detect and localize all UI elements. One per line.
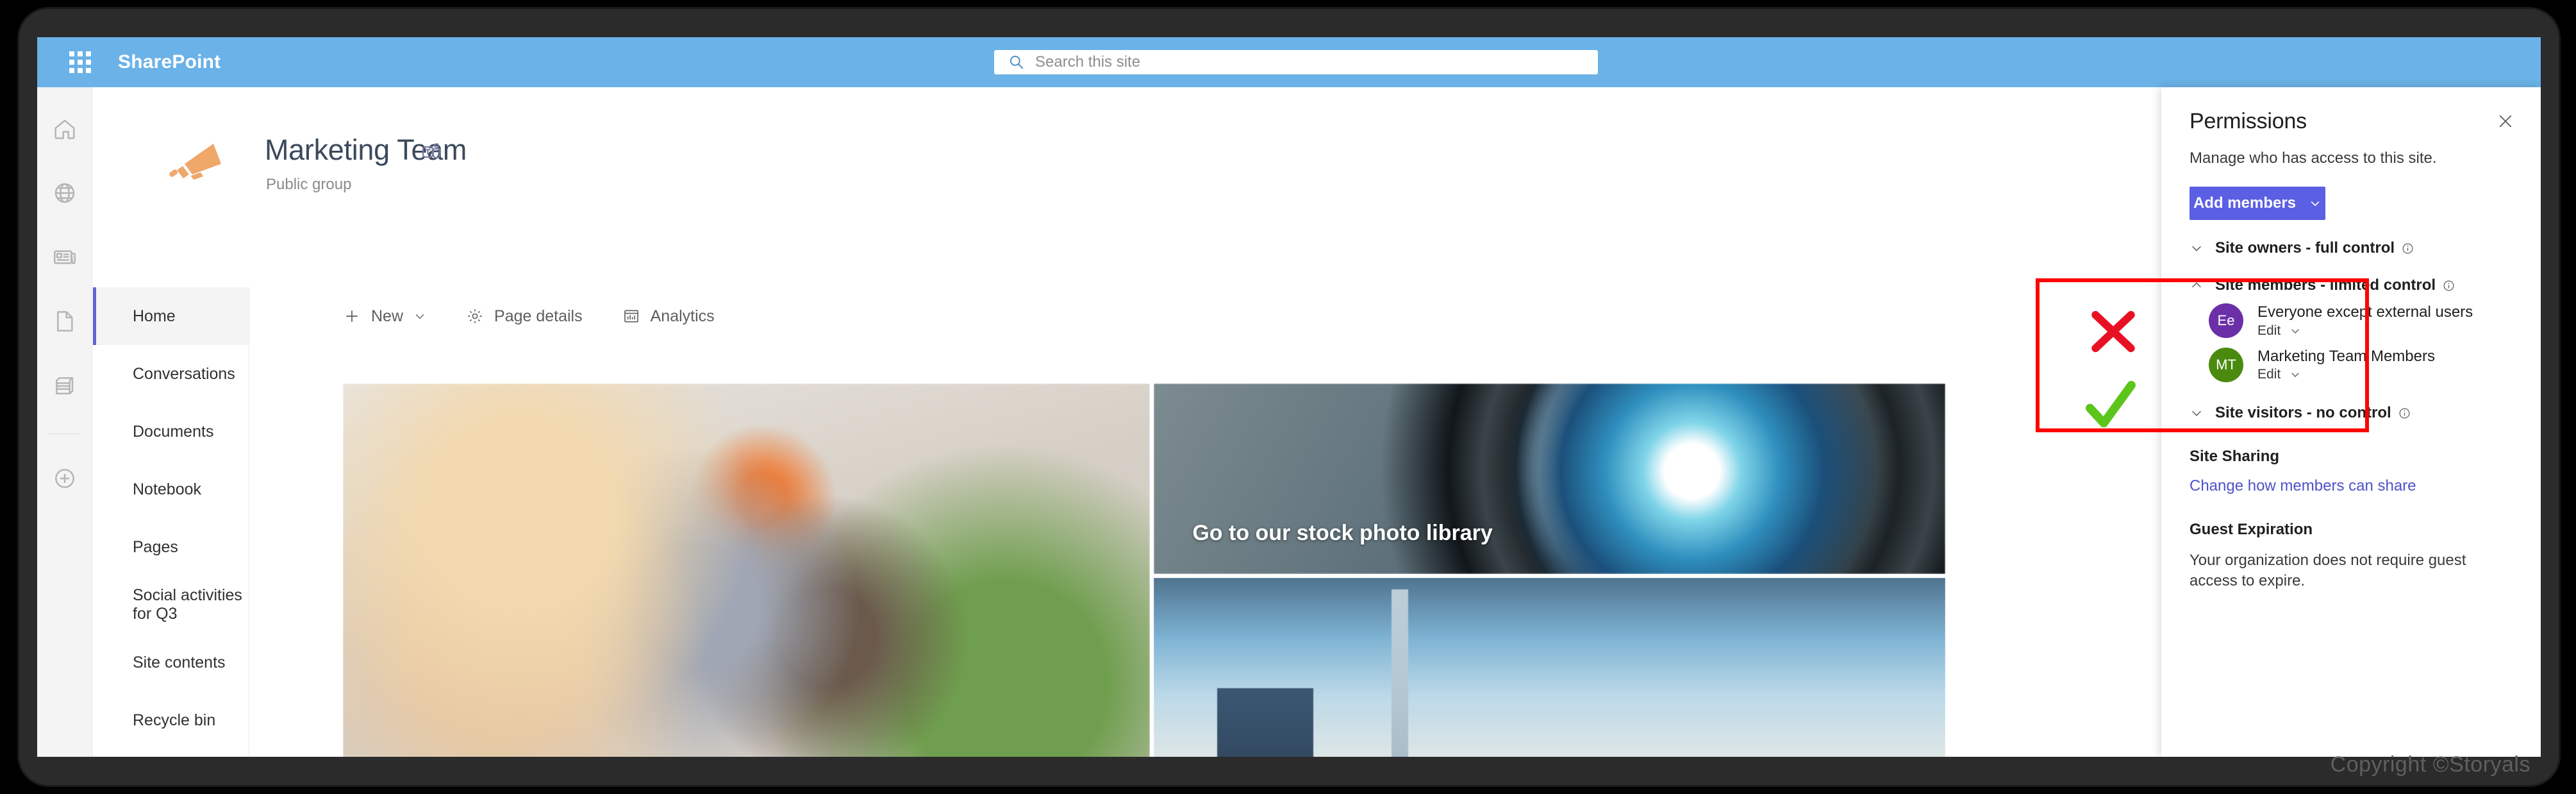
info-icon[interactable] — [2398, 407, 2411, 420]
news-icon[interactable] — [49, 241, 81, 273]
watermark: Copyright ©Storyals — [2330, 752, 2530, 777]
permissions-panel: Permissions Manage who has access to thi… — [2161, 87, 2541, 757]
change-sharing-link[interactable]: Change how members can share — [2190, 477, 2515, 495]
sidebar-item-label: Notebook — [133, 480, 202, 498]
new-button[interactable]: New — [343, 287, 426, 345]
add-members-button[interactable]: Add members — [2190, 187, 2325, 220]
app-rail — [37, 87, 92, 757]
page-details-button[interactable]: Page details — [466, 287, 583, 345]
member-name: Everyone except external users — [2257, 303, 2473, 321]
group-label: Site owners - full control — [2215, 239, 2395, 257]
analytics-label: Analytics — [650, 307, 715, 325]
group-site-members[interactable]: Site members - limited control — [2190, 276, 2515, 294]
analytics-chart-icon — [622, 307, 640, 325]
device-bezel: SharePoint Search this site Marketing Te… — [19, 9, 2559, 785]
chevron-down-icon — [2190, 406, 2211, 420]
member-info: Marketing Team Members Edit — [2257, 348, 2435, 383]
sidebar-item-label: Documents — [133, 422, 214, 441]
waffle-grid-icon[interactable] — [69, 51, 91, 73]
sidebar-item-label: Pages — [133, 537, 178, 556]
site-subtitle: Public group — [266, 176, 352, 193]
hero-grid: Go to our stock photo library — [343, 384, 1945, 757]
sidebar-item-label: Social activities for Q3 — [133, 586, 242, 623]
sidebar-item-conversations[interactable]: Conversations — [93, 345, 249, 403]
avatar-initials: Ee — [2217, 312, 2235, 329]
new-button-label: New — [371, 307, 404, 325]
plus-icon — [343, 307, 361, 325]
page-icon[interactable] — [49, 305, 81, 337]
sidebar-item-notebook[interactable]: Notebook — [93, 460, 249, 518]
hero-tile-stock-photo-library[interactable]: Go to our stock photo library — [1154, 384, 1945, 574]
avatar-initials: MT — [2216, 356, 2236, 373]
search-icon — [1008, 54, 1025, 71]
browser-viewport: SharePoint Search this site Marketing Te… — [37, 37, 2541, 757]
hero-tile-caption: Go to our stock photo library — [1192, 521, 1493, 545]
group-site-visitors[interactable]: Site visitors - no control — [2190, 404, 2515, 422]
chevron-down-icon — [413, 310, 426, 323]
site-sharing-heading: Site Sharing — [2190, 448, 2280, 466]
member-role[interactable]: Edit — [2257, 367, 2435, 382]
sidebar-item-label: Conversations — [133, 364, 235, 383]
sidebar-item-recycle-bin[interactable]: Recycle bin — [93, 691, 249, 749]
member-name: Marketing Team Members — [2257, 347, 2435, 365]
sidebar-item-documents[interactable]: Documents — [93, 403, 249, 460]
sharepoint-brand[interactable]: SharePoint — [118, 51, 220, 73]
create-plus-icon[interactable] — [49, 462, 81, 494]
analytics-button[interactable]: Analytics — [622, 287, 715, 345]
home-icon[interactable] — [49, 113, 81, 145]
group-label: Site members - limited control — [2215, 276, 2436, 294]
hero-tile-city-sky[interactable] — [1154, 578, 1945, 757]
group-site-owners[interactable]: Site owners - full control — [2190, 239, 2515, 257]
panel-title: Permissions — [2190, 109, 2307, 133]
member-row-marketing-team-members[interactable]: MT Marketing Team Members Edit — [2209, 348, 2515, 383]
globe-icon[interactable] — [49, 177, 81, 209]
sidebar-item-social-activities[interactable]: Social activities for Q3 — [93, 576, 249, 634]
search-placeholder: Search this site — [1035, 53, 1141, 71]
suite-bar: SharePoint Search this site — [37, 37, 2541, 87]
member-row-everyone-except-external[interactable]: Ee Everyone except external users Edit — [2209, 303, 2515, 339]
sidebar-item-site-contents[interactable]: Site contents — [93, 634, 249, 691]
add-members-label: Add members — [2193, 194, 2297, 212]
hero-tile-office-team[interactable] — [343, 384, 1151, 757]
chevron-up-icon — [2190, 278, 2211, 292]
info-icon[interactable] — [2401, 242, 2414, 255]
microsoft-teams-icon — [421, 141, 443, 163]
sidebar-item-label: Recycle bin — [133, 711, 216, 729]
chevron-down-icon — [2289, 369, 2301, 380]
chevron-down-icon — [2289, 325, 2301, 337]
site-navigation: Home Conversations Documents Notebook Pa… — [93, 287, 249, 757]
city-sky-photo — [1154, 578, 1945, 757]
guest-expiration-heading: Guest Expiration — [2190, 521, 2313, 539]
chevron-down-icon — [2190, 241, 2211, 255]
member-role-label: Edit — [2257, 323, 2281, 338]
sidebar-item-home[interactable]: Home — [93, 287, 249, 345]
chevron-down-icon — [2309, 197, 2322, 210]
sidebar-item-label: Home — [133, 307, 176, 325]
member-role-label: Edit — [2257, 367, 2281, 382]
search-input[interactable]: Search this site — [994, 50, 1598, 74]
panel-subtitle: Manage who has access to this site. — [2190, 149, 2437, 167]
gear-icon — [466, 307, 484, 325]
group-label: Site visitors - no control — [2215, 404, 2391, 422]
sidebar-item-label: Site contents — [133, 653, 226, 672]
guest-expiration-text: Your organization does not require guest… — [2190, 552, 2466, 590]
info-icon[interactable] — [2442, 279, 2456, 292]
megaphone-icon — [165, 132, 227, 194]
avatar: MT — [2209, 347, 2243, 382]
office-team-photo — [343, 384, 1151, 757]
page-details-label: Page details — [494, 307, 583, 325]
sidebar-item-pages[interactable]: Pages — [93, 518, 249, 576]
close-icon[interactable] — [2495, 110, 2516, 132]
avatar: Ee — [2209, 303, 2243, 339]
member-info: Everyone except external users Edit — [2257, 303, 2473, 339]
member-role[interactable]: Edit — [2257, 323, 2473, 339]
lists-icon[interactable] — [49, 369, 81, 401]
